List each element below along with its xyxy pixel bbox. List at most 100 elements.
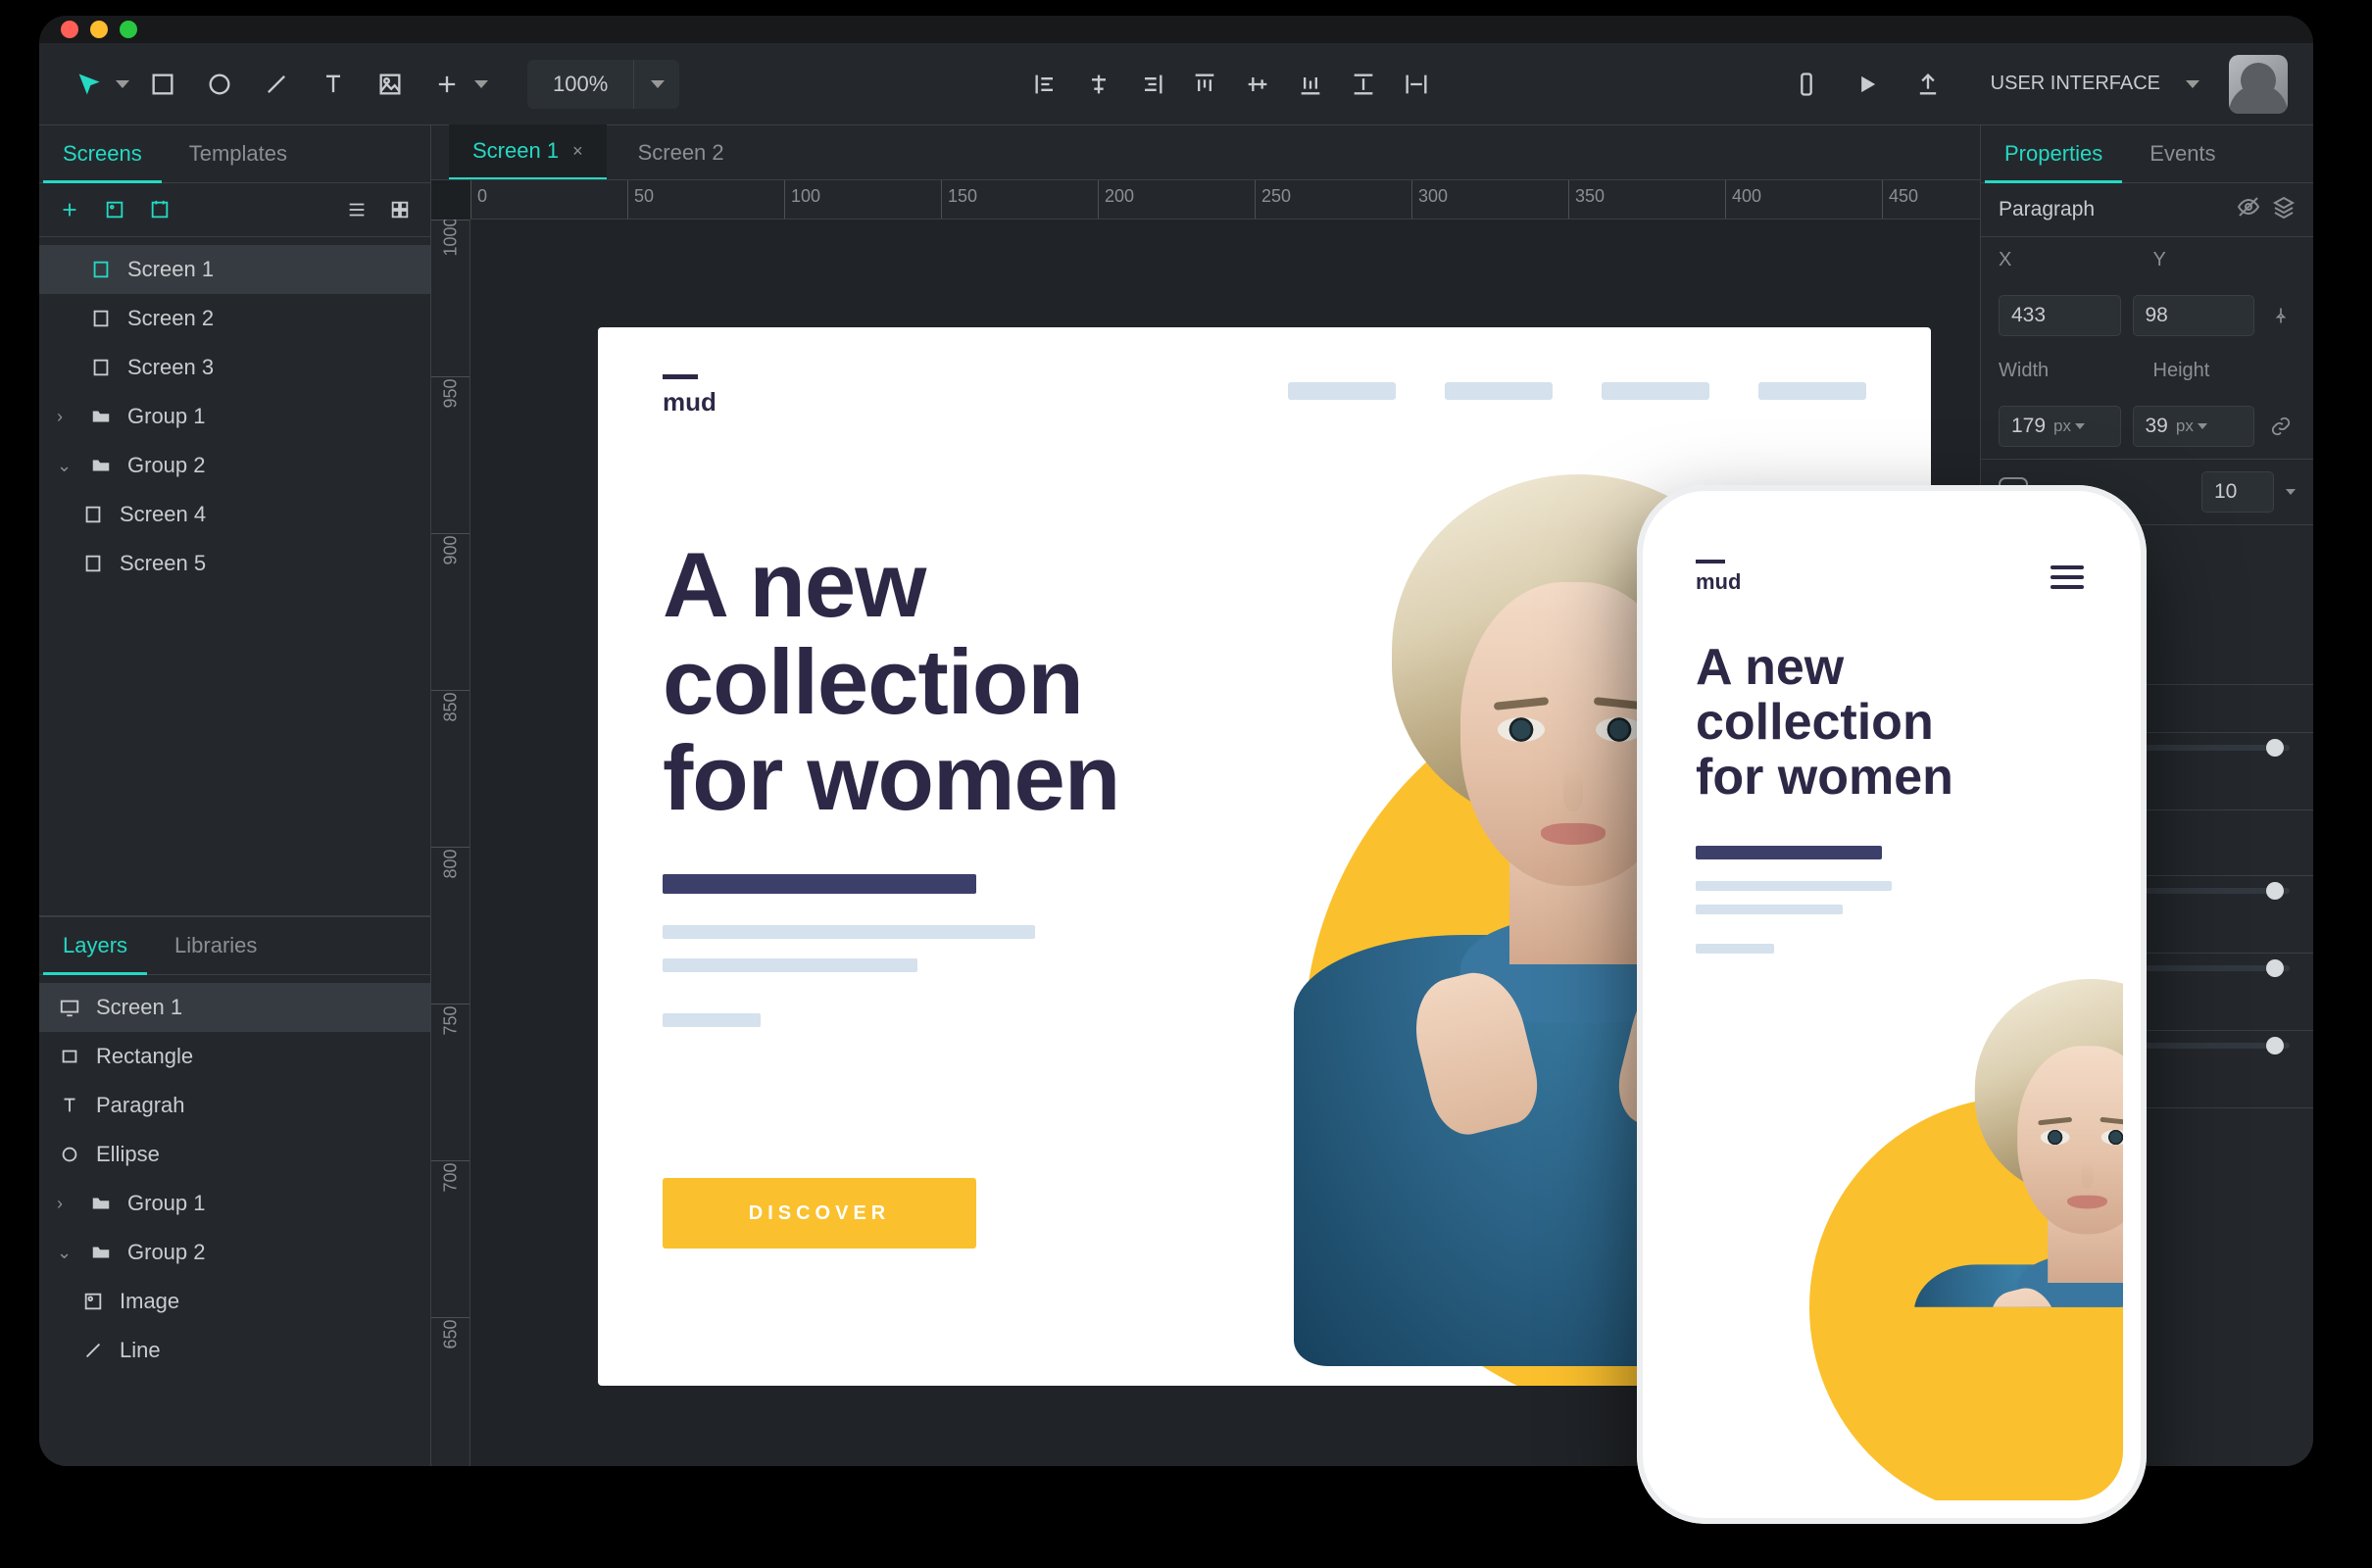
screen-item[interactable]: Screen 5	[39, 539, 430, 588]
screen-item[interactable]: Screen 2	[39, 294, 430, 343]
ellipse-tool[interactable]	[196, 61, 243, 108]
height-input[interactable]: 39px	[2133, 406, 2255, 447]
tab-events[interactable]: Events	[2126, 125, 2239, 182]
rectangle-tool[interactable]	[139, 61, 186, 108]
chevron-down-icon[interactable]: ⌄	[57, 456, 74, 476]
ruler-vertical[interactable]: 1000950900850800750700650600550500450400…	[431, 220, 470, 1466]
main-toolbar: 100% USER INTERFACE	[39, 43, 2313, 125]
align-right-icon[interactable]	[1128, 61, 1175, 108]
mode-dropdown-icon[interactable]	[2186, 80, 2199, 88]
distribute-h-icon[interactable]	[1340, 61, 1387, 108]
align-middle-icon[interactable]	[1234, 61, 1281, 108]
chevron-right-icon[interactable]: ›	[57, 1194, 74, 1214]
pointer-tool[interactable]	[65, 61, 112, 108]
grid-view-icon[interactable]	[383, 193, 417, 226]
layer-item[interactable]: Paragrah	[39, 1081, 430, 1130]
layer-group[interactable]: ⌄Group 2	[39, 1228, 430, 1277]
close-tab-icon[interactable]: ×	[572, 141, 583, 162]
hamburger-icon	[2051, 565, 2084, 589]
ruler-horizontal[interactable]: 0501001502002503003504004505005506006507…	[470, 180, 1980, 220]
ellipse-icon	[57, 1142, 82, 1167]
width-label: Width	[1999, 360, 2073, 382]
screen-item[interactable]: Screen 1	[39, 245, 430, 294]
zoom-control[interactable]: 100%	[527, 60, 679, 109]
layer-item[interactable]: Screen 1	[39, 983, 430, 1032]
placeholder-bar	[663, 1013, 761, 1027]
phone-logo: mud	[1696, 560, 1741, 595]
play-icon[interactable]	[1844, 61, 1891, 108]
distribute-v-icon[interactable]	[1393, 61, 1440, 108]
align-center-h-icon[interactable]	[1075, 61, 1122, 108]
doc-tab[interactable]: Screen 2	[615, 126, 748, 179]
add-screen-icon[interactable]	[53, 193, 86, 226]
tab-libraries[interactable]: Libraries	[151, 917, 280, 974]
hero-headline: A newcollectionfor women	[663, 537, 1119, 827]
screen-item[interactable]: Screen 4	[39, 490, 430, 539]
tab-screens[interactable]: Screens	[39, 125, 166, 182]
text-tool[interactable]	[310, 61, 357, 108]
tab-layers[interactable]: Layers	[39, 917, 151, 974]
device-preview-icon[interactable]	[1783, 61, 1830, 108]
link-dimensions-icon[interactable]	[2266, 412, 2296, 441]
screen-icon	[88, 257, 114, 282]
group-item[interactable]: ›Group 1	[39, 392, 430, 441]
phone-person	[1902, 979, 2123, 1307]
upload-icon[interactable]	[1904, 61, 1952, 108]
pointer-dropdown-icon[interactable]	[116, 80, 129, 88]
width-input[interactable]: 179px	[1999, 406, 2121, 447]
visibility-icon[interactable]	[2237, 195, 2260, 224]
y-input[interactable]: 98	[2133, 295, 2255, 336]
layers-icon[interactable]	[2272, 195, 2296, 224]
placeholder-bar	[1696, 905, 1843, 914]
zoom-dropdown[interactable]	[634, 80, 679, 88]
add-artboard-icon[interactable]	[143, 193, 176, 226]
pin-icon[interactable]	[2266, 301, 2296, 330]
align-left-icon[interactable]	[1022, 61, 1069, 108]
image-icon	[80, 1289, 106, 1314]
group-item[interactable]: ⌄Group 2	[39, 441, 430, 490]
screen-icon	[88, 306, 114, 331]
user-avatar[interactable]	[2229, 55, 2288, 114]
window-max-dot[interactable]	[120, 21, 137, 38]
layer-item[interactable]: Rectangle	[39, 1032, 430, 1081]
screen-icon	[80, 502, 106, 527]
cta-button: DISCOVER	[663, 1178, 976, 1249]
layer-item[interactable]: Ellipse	[39, 1130, 430, 1179]
rectangle-icon	[57, 1044, 82, 1069]
chevron-right-icon[interactable]: ›	[57, 407, 74, 427]
tab-templates[interactable]: Templates	[166, 125, 311, 182]
y-label: Y	[2153, 249, 2202, 271]
folder-icon	[88, 1240, 114, 1265]
list-view-icon[interactable]	[340, 193, 373, 226]
line-tool[interactable]	[253, 61, 300, 108]
window-min-dot[interactable]	[90, 21, 108, 38]
placeholder-bar	[1696, 881, 1892, 891]
mode-label[interactable]: USER INTERFACE	[1991, 73, 2160, 95]
add-image-screen-icon[interactable]	[98, 193, 131, 226]
add-dropdown-icon[interactable]	[474, 80, 488, 88]
add-tool[interactable]	[423, 61, 470, 108]
screen-icon	[88, 355, 114, 380]
radius-input[interactable]: 10	[2201, 471, 2274, 513]
placeholder-bar	[1696, 944, 1774, 954]
doc-tab[interactable]: Screen 1×	[449, 124, 607, 179]
x-input[interactable]: 433	[1999, 295, 2121, 336]
chevron-down-icon[interactable]: ⌄	[57, 1243, 74, 1263]
screen-item[interactable]: Screen 3	[39, 343, 430, 392]
text-icon	[57, 1093, 82, 1118]
align-bottom-icon[interactable]	[1287, 61, 1334, 108]
line-icon	[80, 1338, 106, 1363]
window-close-dot[interactable]	[61, 21, 78, 38]
height-label: Height	[2153, 360, 2228, 382]
layer-group[interactable]: ›Group 1	[39, 1179, 430, 1228]
layer-item[interactable]: Image	[39, 1277, 430, 1326]
align-top-icon[interactable]	[1181, 61, 1228, 108]
title-bar	[39, 16, 2313, 43]
image-tool[interactable]	[367, 61, 414, 108]
folder-icon	[88, 1191, 114, 1216]
tab-properties[interactable]: Properties	[1981, 125, 2126, 182]
radius-dropdown-icon[interactable]	[2286, 489, 2296, 495]
screen-icon	[80, 551, 106, 576]
layer-item[interactable]: Line	[39, 1326, 430, 1375]
folder-icon	[88, 453, 114, 478]
